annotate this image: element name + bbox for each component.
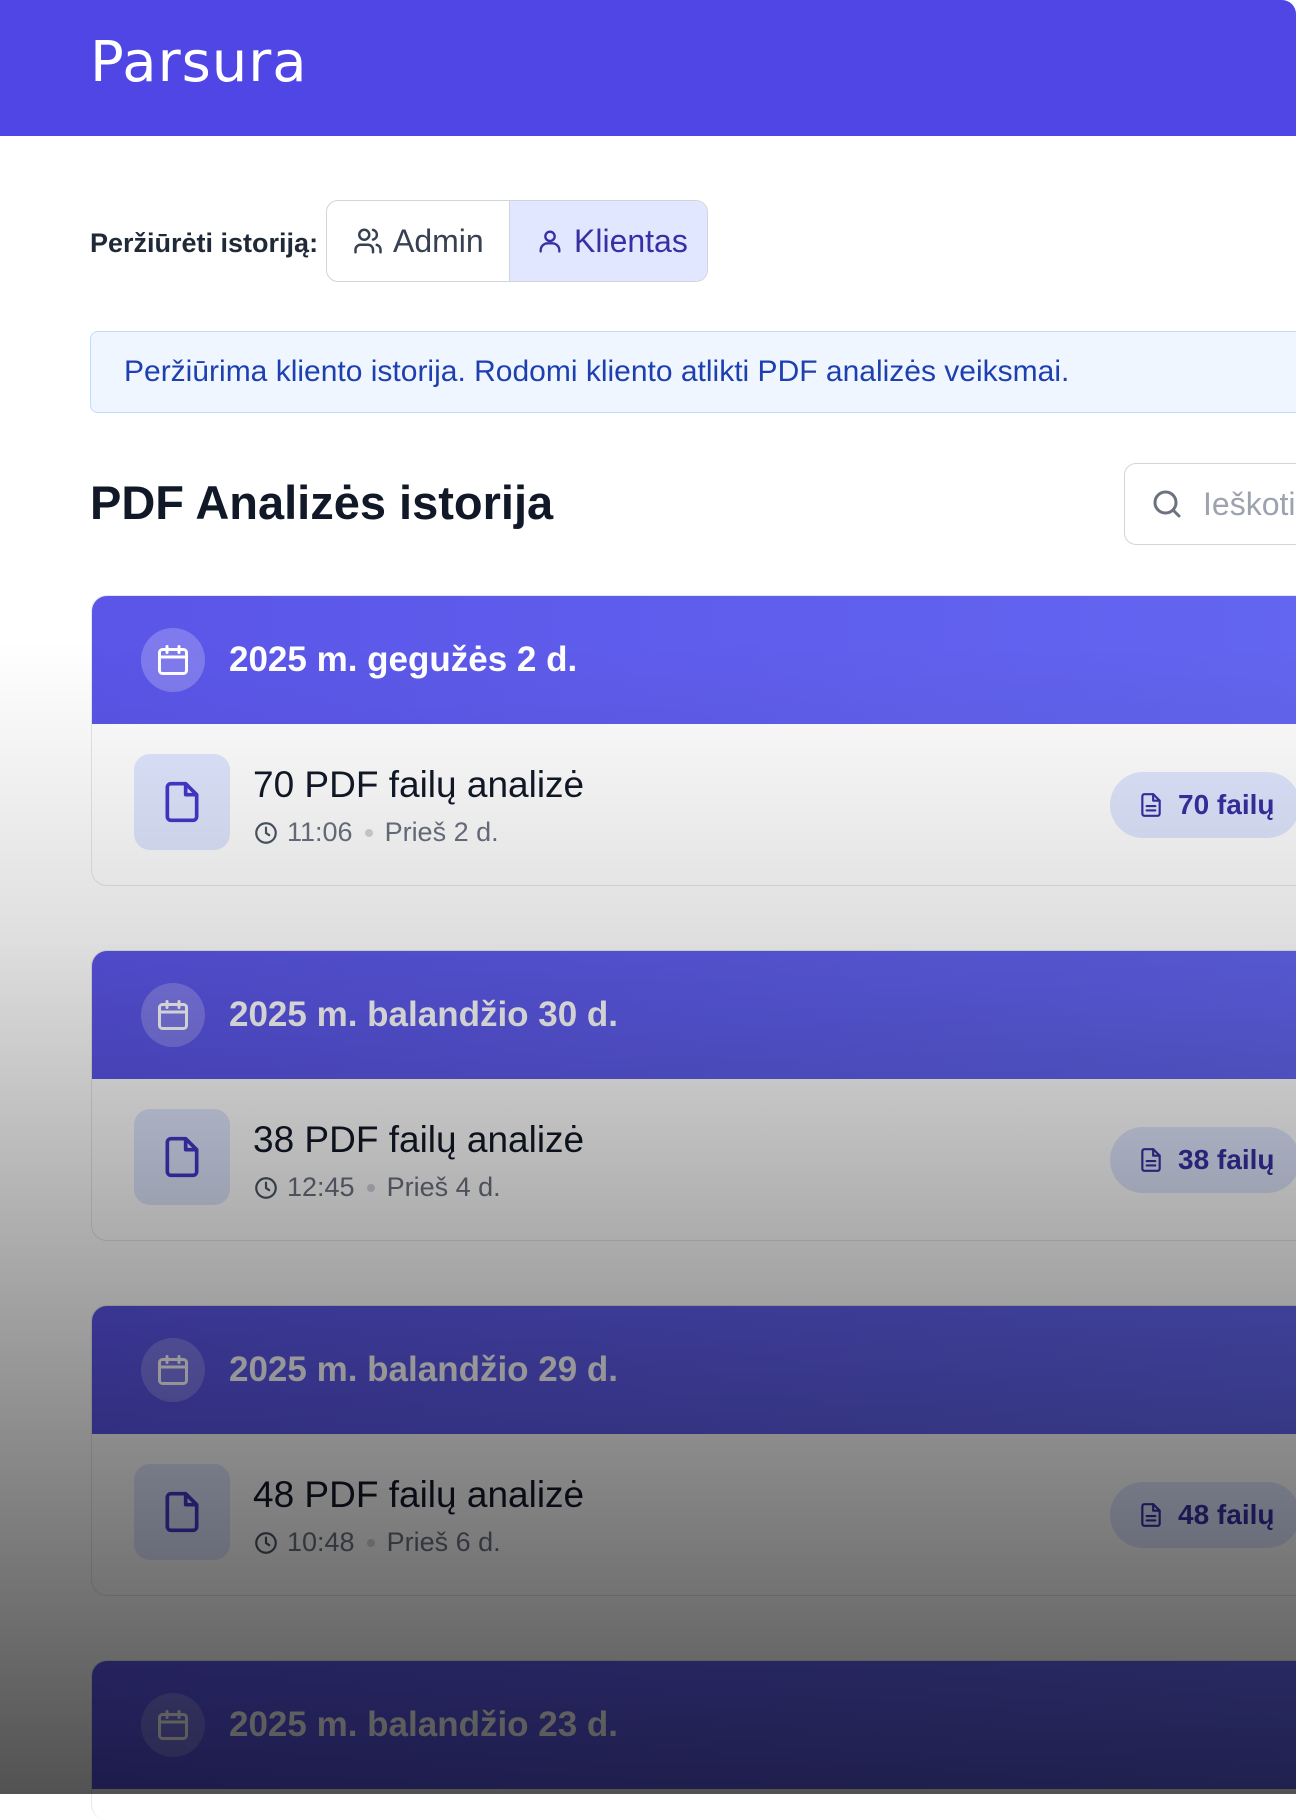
- admin-view-button[interactable]: Admin: [327, 201, 509, 281]
- file-count-badge: 70 failų: [1110, 772, 1296, 838]
- file-icon: [134, 754, 230, 850]
- calendar-icon: [141, 983, 205, 1047]
- top-navbar: Parsura: [0, 0, 1296, 136]
- item-meta: 10:48 Prieš 6 d.: [253, 1527, 501, 1558]
- group-date: 2025 m. balandžio 30 d.: [229, 995, 619, 1034]
- history-group: 2025 m. balandžio 30 d. 38 PDF failų ana…: [91, 950, 1296, 1241]
- item-meta: 11:06 Prieš 2 d.: [253, 817, 499, 848]
- file-icon: [134, 1109, 230, 1205]
- separator-dot: [366, 1538, 375, 1547]
- item-relative-time: Prieš 2 d.: [384, 817, 499, 847]
- group-header: 2025 m. balandžio 29 d.: [92, 1306, 1296, 1434]
- item-time: 11:06: [287, 817, 353, 847]
- group-date: 2025 m. balandžio 29 d.: [229, 1350, 619, 1389]
- item-time: 12:45: [287, 1172, 355, 1202]
- item-meta: 12:45 Prieš 4 d.: [253, 1172, 501, 1203]
- file-count-badge: 48 failų: [1110, 1482, 1296, 1548]
- document-icon: [1141, 1503, 1161, 1527]
- view-toggle: Admin Klientas: [326, 200, 708, 282]
- page-title: PDF Analizės istorija: [90, 476, 554, 529]
- item-title: 38 PDF failų analizė: [253, 1119, 585, 1160]
- document-icon: [1141, 1148, 1161, 1172]
- history-item[interactable]: 70 PDF failų analizė 11:06 Prieš 2 d. 70…: [92, 724, 1296, 885]
- search-placeholder: Ieškoti: [1203, 485, 1296, 522]
- separator-dot: [364, 828, 373, 837]
- item-title: 70 PDF failų analizė: [253, 764, 585, 805]
- history-group: 2025 m. gegužės 2 d. 70 PDF failų analiz…: [91, 595, 1296, 886]
- view-history-label: Peržiūrėti istoriją:: [90, 228, 319, 258]
- file-count: 48 failų: [1178, 1499, 1275, 1530]
- item-time: 10:48: [287, 1527, 355, 1557]
- group-date: 2025 m. balandžio 23 d.: [229, 1705, 619, 1744]
- group-header: 2025 m. balandžio 23 d.: [92, 1661, 1296, 1789]
- client-view-button[interactable]: Klientas: [509, 201, 707, 281]
- search-input[interactable]: Ieškoti: [1124, 463, 1296, 545]
- history-group: 2025 m. balandžio 23 d.: [91, 1660, 1296, 1820]
- item-title: 48 PDF failų analizė: [253, 1474, 585, 1515]
- users-icon: [354, 228, 382, 254]
- calendar-icon: [141, 1693, 205, 1757]
- admin-view-label: Admin: [393, 222, 484, 259]
- item-relative-time: Prieš 6 d.: [386, 1527, 501, 1557]
- group-header: 2025 m. balandžio 30 d.: [92, 951, 1296, 1079]
- clock-icon: [255, 1531, 277, 1554]
- history-item[interactable]: 48 PDF failų analizė 10:48 Prieš 6 d. 48…: [92, 1434, 1296, 1595]
- client-view-label: Klientas: [574, 222, 688, 259]
- info-banner: Peržiūrima kliento istorija. Rodomi klie…: [90, 331, 1296, 413]
- file-count-badge: 38 failų: [1110, 1127, 1296, 1193]
- file-count: 38 failų: [1178, 1144, 1275, 1175]
- calendar-icon: [141, 1338, 205, 1402]
- file-count: 70 failų: [1178, 789, 1275, 820]
- info-banner-text: Peržiūrima kliento istorija. Rodomi klie…: [124, 355, 1070, 388]
- history-item[interactable]: 38 PDF failų analizė 12:45 Prieš 4 d. 38…: [92, 1079, 1296, 1240]
- item-relative-time: Prieš 4 d.: [386, 1172, 501, 1202]
- search-icon: [1153, 490, 1181, 518]
- calendar-icon: [141, 628, 205, 692]
- clock-icon: [255, 1176, 277, 1199]
- group-header: 2025 m. gegužės 2 d.: [92, 596, 1296, 724]
- group-date: 2025 m. gegužės 2 d.: [229, 640, 578, 679]
- history-group: 2025 m. balandžio 29 d. 48 PDF failų ana…: [91, 1305, 1296, 1596]
- separator-dot: [366, 1183, 375, 1192]
- clock-icon: [255, 821, 277, 844]
- document-icon: [1141, 793, 1161, 817]
- app-logo[interactable]: Parsura: [90, 30, 308, 95]
- user-icon: [539, 230, 561, 253]
- file-icon: [134, 1464, 230, 1560]
